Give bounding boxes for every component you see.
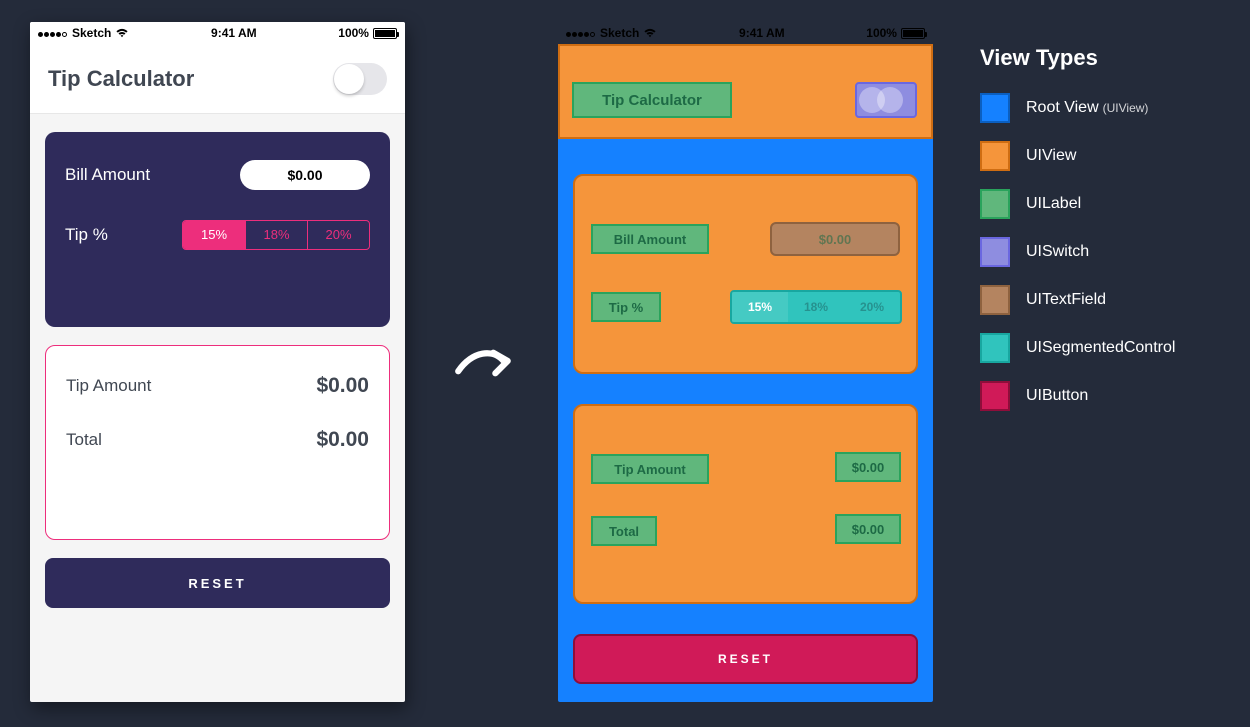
tip-seg-1[interactable]: 18%	[245, 221, 307, 249]
legend-item: UITextField	[980, 285, 1230, 315]
dbg-uisegmentedcontrol: 15% 18% 20%	[730, 290, 902, 324]
battery-pct-label: 100%	[338, 26, 369, 40]
wifi-icon	[115, 28, 129, 38]
swatch-uitextfield-icon	[980, 285, 1010, 315]
statusbar: Sketch 9:41 AM 100%	[30, 22, 405, 44]
battery-pct-label: 100%	[866, 26, 897, 40]
legend-label: UILabel	[1026, 195, 1081, 213]
header: Tip Calculator	[30, 44, 405, 114]
page-title: Tip Calculator	[48, 66, 194, 92]
bill-amount-label: Bill Amount	[65, 165, 150, 185]
legend-item: UIButton	[980, 381, 1230, 411]
dbg-seg-0: 15%	[732, 292, 788, 322]
dbg-seg-1: 18%	[788, 292, 844, 322]
dbg-tipamt-label-uilabel: Tip Amount	[591, 454, 709, 484]
total-value: $0.00	[316, 428, 369, 452]
legend-item: Root View (UIView)	[980, 93, 1230, 123]
dbg-reset-uibutton: RESET	[573, 634, 918, 684]
battery-icon	[373, 28, 397, 39]
bill-amount-field[interactable]: $0.00	[240, 160, 370, 190]
dbg-tipamt-value-uilabel: $0.00	[835, 452, 901, 482]
dbg-total-label-uilabel: Total	[591, 516, 657, 546]
tip-seg-0[interactable]: 15%	[183, 221, 245, 249]
legend-title: View Types	[980, 45, 1230, 71]
dbg-root-view: Tip Calculator Bill Amount $0.00 Tip % 1…	[558, 44, 933, 702]
clock-label: 9:41 AM	[211, 26, 257, 40]
legend-label: UIView	[1026, 147, 1076, 165]
swatch-uisegmented-icon	[980, 333, 1010, 363]
dbg-input-card-uiview	[573, 174, 918, 374]
clock-label: 9:41 AM	[739, 26, 785, 40]
tip-amount-value: $0.00	[316, 374, 369, 398]
legend-label: UIButton	[1026, 387, 1088, 405]
dbg-output-card-uiview	[573, 404, 918, 604]
phone-ui-mock: Sketch 9:41 AM 100% Tip Calculator Bill …	[30, 22, 405, 702]
carrier-label: Sketch	[600, 26, 639, 40]
wifi-icon	[643, 28, 657, 38]
phone-debug-overlay: Sketch 9:41 AM 100% Tip Calculator Bill …	[558, 22, 933, 702]
output-card: Tip Amount $0.00 Total $0.00	[45, 345, 390, 540]
dbg-seg-2: 20%	[844, 292, 900, 322]
signal-dots-icon	[566, 26, 596, 40]
legend-item: UILabel	[980, 189, 1230, 219]
swatch-uiview-icon	[980, 141, 1010, 171]
dbg-bill-label-uilabel: Bill Amount	[591, 224, 709, 254]
legend-label: UITextField	[1026, 291, 1106, 309]
dbg-tip-label-uilabel: Tip %	[591, 292, 661, 322]
swatch-root-icon	[980, 93, 1010, 123]
legend-item: UISegmentedControl	[980, 333, 1230, 363]
total-label: Total	[66, 430, 102, 450]
legend-sublabel: (UIView)	[1103, 101, 1149, 115]
theme-switch[interactable]	[333, 63, 387, 95]
carrier-label: Sketch	[72, 26, 111, 40]
reset-button[interactable]: RESET	[45, 558, 390, 608]
dbg-uiswitch	[855, 82, 917, 118]
swatch-uibutton-icon	[980, 381, 1010, 411]
tip-seg-2[interactable]: 20%	[307, 221, 369, 249]
arrow-icon	[452, 330, 518, 396]
dbg-title-uilabel: Tip Calculator	[572, 82, 732, 118]
legend-item: UIView	[980, 141, 1230, 171]
tip-amount-label: Tip Amount	[66, 376, 151, 396]
statusbar-dbg: Sketch 9:41 AM 100%	[558, 22, 933, 44]
tip-segmented-control[interactable]: 15% 18% 20%	[182, 220, 370, 250]
tip-pct-label: Tip %	[65, 225, 108, 245]
dbg-total-value-uilabel: $0.00	[835, 514, 901, 544]
swatch-uilabel-icon	[980, 189, 1010, 219]
legend-item: UISwitch	[980, 237, 1230, 267]
legend-label: UISwitch	[1026, 243, 1089, 261]
swatch-uiswitch-icon	[980, 237, 1010, 267]
battery-icon	[901, 28, 925, 39]
legend-label: Root View	[1026, 99, 1099, 116]
dbg-bill-field-uitextfield: $0.00	[770, 222, 900, 256]
signal-dots-icon	[38, 26, 68, 40]
legend: View Types Root View (UIView) UIView UILa…	[980, 45, 1230, 429]
input-card: Bill Amount $0.00 Tip % 15% 18% 20%	[45, 132, 390, 327]
legend-label: UISegmentedControl	[1026, 339, 1175, 357]
